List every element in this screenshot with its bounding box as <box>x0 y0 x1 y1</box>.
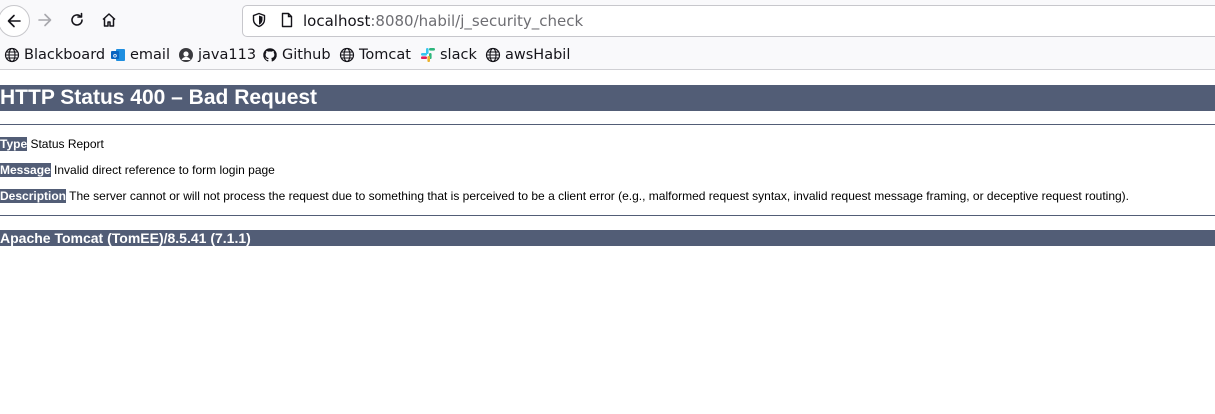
reload-icon <box>71 12 83 26</box>
arrow-left-icon <box>7 14 21 28</box>
bookmark-java113[interactable]: java113 <box>178 45 256 65</box>
page-title: HTTP Status 400 – Bad Request <box>0 85 1215 111</box>
globe-icon <box>339 47 355 63</box>
navigation-toolbar: localhost:8080/habil/j_security_check <box>0 0 1215 40</box>
reload-button[interactable] <box>63 6 91 34</box>
description-value: The server cannot or will not process th… <box>69 189 1130 203</box>
bookmark-label: Github <box>282 47 331 63</box>
bookmark-label: slack <box>440 47 477 63</box>
description-row: Description The server cannot or will no… <box>0 189 1129 203</box>
type-row: Type Status Report <box>0 137 104 151</box>
home-button[interactable] <box>95 6 123 34</box>
bookmark-label: Tomcat <box>359 47 411 63</box>
forward-button[interactable] <box>31 6 59 34</box>
page-info-icon[interactable] <box>279 12 295 28</box>
bookmark-email[interactable]: o email <box>110 45 170 65</box>
bookmark-tomcat[interactable]: Tomcat <box>339 45 411 65</box>
home-icon <box>102 13 116 27</box>
globe-icon <box>178 47 194 63</box>
tracking-shield-icon[interactable] <box>251 12 267 28</box>
bookmarks-toolbar: Blackboard o email java113 Github Tomcat… <box>0 40 1215 70</box>
slack-icon <box>420 47 436 63</box>
github-icon <box>262 47 278 63</box>
globe-icon <box>4 47 20 63</box>
url-text[interactable]: localhost:8080/habil/j_security_check <box>303 12 583 30</box>
url-path: :8080/habil/j_security_check <box>370 12 584 30</box>
bookmark-blackboard[interactable]: Blackboard <box>4 45 105 65</box>
outlook-icon: o <box>110 47 126 63</box>
svg-text:o: o <box>113 53 117 60</box>
divider <box>0 124 1215 125</box>
address-bar[interactable]: localhost:8080/habil/j_security_check <box>242 5 1215 37</box>
message-value: Invalid direct reference to form login p… <box>54 163 275 177</box>
type-label: Type <box>0 137 28 151</box>
type-value: Status Report <box>30 137 104 151</box>
message-label: Message <box>0 163 51 177</box>
message-row: Message Invalid direct reference to form… <box>0 163 275 177</box>
bookmark-slack[interactable]: slack <box>420 45 477 65</box>
bookmark-label: java113 <box>198 47 257 63</box>
server-footer: Apache Tomcat (TomEE)/8.5.41 (7.1.1) <box>0 230 1215 246</box>
divider <box>0 215 1215 216</box>
bookmark-label: email <box>130 47 170 63</box>
bookmark-awshabil[interactable]: awsHabil <box>485 45 570 65</box>
url-host: localhost <box>303 12 371 30</box>
bookmark-github[interactable]: Github <box>262 45 331 65</box>
bookmark-label: Blackboard <box>24 47 106 63</box>
globe-icon <box>485 47 501 63</box>
description-label: Description <box>0 189 67 203</box>
arrow-right-icon <box>38 13 52 27</box>
bookmark-label: awsHabil <box>505 47 571 63</box>
back-button[interactable] <box>0 5 30 37</box>
